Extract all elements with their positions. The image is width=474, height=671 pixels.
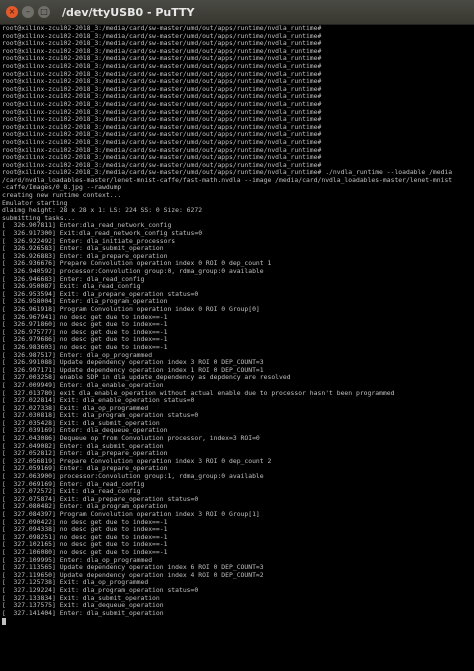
terminal-line: root@xilinx-zcu102-2018_3:/media/card/sw… — [2, 62, 322, 70]
terminal-line: root@xilinx-zcu102-2018_3:/media/card/sw… — [2, 138, 322, 146]
terminal-line: [ 326.975777] no desc get due to index==… — [2, 328, 168, 336]
terminal-line: [ 327.075874] Exit: dla_prepare_operatio… — [2, 495, 199, 503]
terminal-line: [ 327.049082] Enter: dla_submit_operatio… — [2, 442, 164, 450]
terminal-line: [ 327.043086] Dequeue op from Convolutio… — [2, 435, 260, 443]
terminal-line: [ 327.039169] Enter: dla_dequeue_operati… — [2, 427, 168, 435]
terminal-line: [ 327.102165] no desc get due to index==… — [2, 541, 168, 549]
terminal-line: [ 327.009949] Enter: dla_enable_operatio… — [2, 381, 164, 389]
terminal-line: root@xilinx-zcu102-2018_3:/media/card/sw… — [2, 70, 322, 78]
terminal-line: [ 326.926883] Enter: dla_prepare_operati… — [2, 252, 168, 260]
terminal-line: root@xilinx-zcu102-2018_3:/media/card/sw… — [2, 100, 322, 108]
terminal-line: root@xilinx-zcu102-2018_3:/media/card/sw… — [2, 116, 322, 124]
terminal-output[interactable]: root@xilinx-zcu102-2018_3:/media/card/sw… — [0, 25, 474, 671]
terminal-line: root@xilinx-zcu102-2018_3:/media/card/sw… — [2, 32, 322, 40]
terminal-line: [ 327.080482] Enter: dla_program_operati… — [2, 503, 168, 511]
terminal-line: [ 327.013780] exit dla_enable_operation … — [2, 389, 395, 397]
terminal-line: [ 326.961918] Program Convolution operat… — [2, 305, 260, 313]
terminal-line: [ 327.003258] enable SDP in dla_update_d… — [2, 374, 291, 382]
terminal-line: [ 327.106080] no desc get due to index==… — [2, 548, 168, 556]
close-icon[interactable]: × — [6, 6, 18, 18]
terminal-line: [ 327.137575] Exit: dla_dequeue_operatio… — [2, 602, 164, 610]
terminal-line: [ 327.027338] Exit: dla_op_programmed — [2, 404, 149, 412]
terminal-line: root@xilinx-zcu102-2018_3:/media/card/sw… — [2, 131, 322, 139]
terminal-line: root@xilinx-zcu102-2018_3:/media/card/sw… — [2, 154, 322, 162]
terminal-line: root@xilinx-zcu102-2018_3:/media/card/sw… — [2, 169, 453, 177]
terminal-line: [ 326.958004] Enter: dla_program_operati… — [2, 298, 168, 306]
terminal-line: root@xilinx-zcu102-2018_3:/media/card/sw… — [2, 25, 322, 32]
maximize-icon[interactable]: □ — [38, 6, 50, 18]
terminal-line: [ 327.022814] Exit: dla_enable_operation… — [2, 397, 195, 405]
terminal-line: [ 326.967941] no desc get due to index==… — [2, 313, 168, 321]
terminal-line: dlaimg height: 28 x 28 x 1: LS: 224 SS: … — [2, 207, 203, 215]
terminal-line: [ 327.109995] Enter: dla_op_programmed — [2, 556, 153, 564]
terminal-line: [ 327.072572] Exit: dla_read_config — [2, 488, 141, 496]
terminal-line: [ 327.129224] Exit: dla_program_operatio… — [2, 586, 199, 594]
terminal-line: root@xilinx-zcu102-2018_3:/media/card/sw… — [2, 161, 322, 169]
terminal-line: root@xilinx-zcu102-2018_3:/media/card/sw… — [2, 123, 322, 131]
terminal-line: root@xilinx-zcu102-2018_3:/media/card/sw… — [2, 146, 322, 154]
terminal-line: [ 326.987517] Enter: dla_op_programmed — [2, 351, 153, 359]
terminal-line: [ 327.063900] processor:Convolution grou… — [2, 473, 264, 481]
putty-window: × – □ /dev/ttyUSB0 - PuTTY root@xilinx-z… — [0, 0, 474, 671]
terminal-line: [ 327.098251] no desc get due to index==… — [2, 533, 168, 541]
terminal-line: [ 326.979686] no desc get due to index==… — [2, 336, 168, 344]
terminal-line: [ 326.983603] no desc get due to index==… — [2, 343, 168, 351]
terminal-line: [ 327.056819] Prepare Convolution operat… — [2, 457, 272, 465]
title-bar[interactable]: × – □ /dev/ttyUSB0 - PuTTY — [0, 0, 474, 25]
terminal-line: [ 326.936676] Prepare Convolution operat… — [2, 260, 272, 268]
terminal-line: [ 326.971860] no desc get due to index==… — [2, 321, 168, 329]
terminal-line: creating new runtime context... — [2, 192, 122, 200]
terminal-line: submitting tasks... — [2, 214, 76, 222]
terminal-line: root@xilinx-zcu102-2018_3:/media/card/sw… — [2, 78, 322, 86]
terminal-line: [ 326.940592] processor:Convolution grou… — [2, 268, 264, 275]
terminal-line: root@xilinx-zcu102-2018_3:/media/card/sw… — [2, 93, 322, 101]
terminal-line: [ 326.907811] Enter:dla_read_network_con… — [2, 222, 172, 230]
terminal-line: [ 326.922492] Enter: dla_initiate_proces… — [2, 237, 176, 245]
minimize-icon[interactable]: – — [22, 6, 34, 18]
terminal-line: [ 327.035428] Exit: dla_submit_operation — [2, 419, 160, 427]
terminal-line: root@xilinx-zcu102-2018_3:/media/card/sw… — [2, 47, 322, 55]
terminal-line: -caffe/Images/0_8.jpg --rawdump — [2, 184, 122, 192]
terminal-line: root@xilinx-zcu102-2018_3:/media/card/sw… — [2, 85, 322, 93]
terminal-line: [ 326.926583] Enter: dla_submit_operatio… — [2, 245, 164, 253]
terminal-line: root@xilinx-zcu102-2018_3:/media/card/sw… — [2, 40, 322, 48]
text-cursor — [2, 617, 6, 625]
terminal-line: [ 327.052812] Enter: dla_prepare_operati… — [2, 450, 168, 458]
terminal-line: root@xilinx-zcu102-2018_3:/media/card/sw… — [2, 108, 322, 116]
terminal-line: [ 326.950087] Exit: dla_read_config — [2, 283, 141, 291]
terminal-line: [ 327.125738] Exit: dla_op_programmed — [2, 579, 149, 587]
terminal-line: [ 327.030818] Exit: dla_program_operatio… — [2, 412, 199, 420]
terminal-line: [ 326.991088] Update dependency operatio… — [2, 359, 264, 367]
terminal-line: [ 327.094338] no desc get due to index==… — [2, 526, 168, 534]
terminal-line: [ 327.141404] Enter: dla_submit_operatio… — [2, 609, 164, 617]
terminal-line: root@xilinx-zcu102-2018_3:/media/card/sw… — [2, 55, 322, 63]
terminal-line: [ 326.946683] Enter: dla_read_config — [2, 275, 145, 283]
terminal-line: [ 327.084397] Program Convolution operat… — [2, 511, 260, 518]
terminal-line: [ 326.953594] Exit: dla_prepare_operatio… — [2, 290, 199, 298]
terminal-line: [ 327.113565] Update dependency operatio… — [2, 564, 264, 572]
terminal-line: [ 327.133834] Exit: dla_submit_operation — [2, 594, 160, 602]
terminal-line: [ 327.119650] Update dependency operatio… — [2, 571, 264, 579]
terminal-line: /card/nvdla_loadables-master/lenet-mnist… — [2, 176, 453, 184]
terminal-line: [ 326.917300] Exit:dla_read_network_conf… — [2, 230, 203, 238]
terminal-line: Emulator starting — [2, 199, 68, 207]
terminal-line: [ 326.997171] Update dependency operatio… — [2, 366, 264, 374]
terminal-line: [ 327.069169] Enter: dla_read_config — [2, 480, 145, 488]
terminal-line: [ 327.059169] Enter: dla_prepare_operati… — [2, 465, 168, 473]
window-controls: × – □ — [0, 6, 50, 18]
window-title: /dev/ttyUSB0 - PuTTY — [62, 5, 195, 19]
terminal-line: [ 327.090422] no desc get due to index==… — [2, 518, 168, 526]
